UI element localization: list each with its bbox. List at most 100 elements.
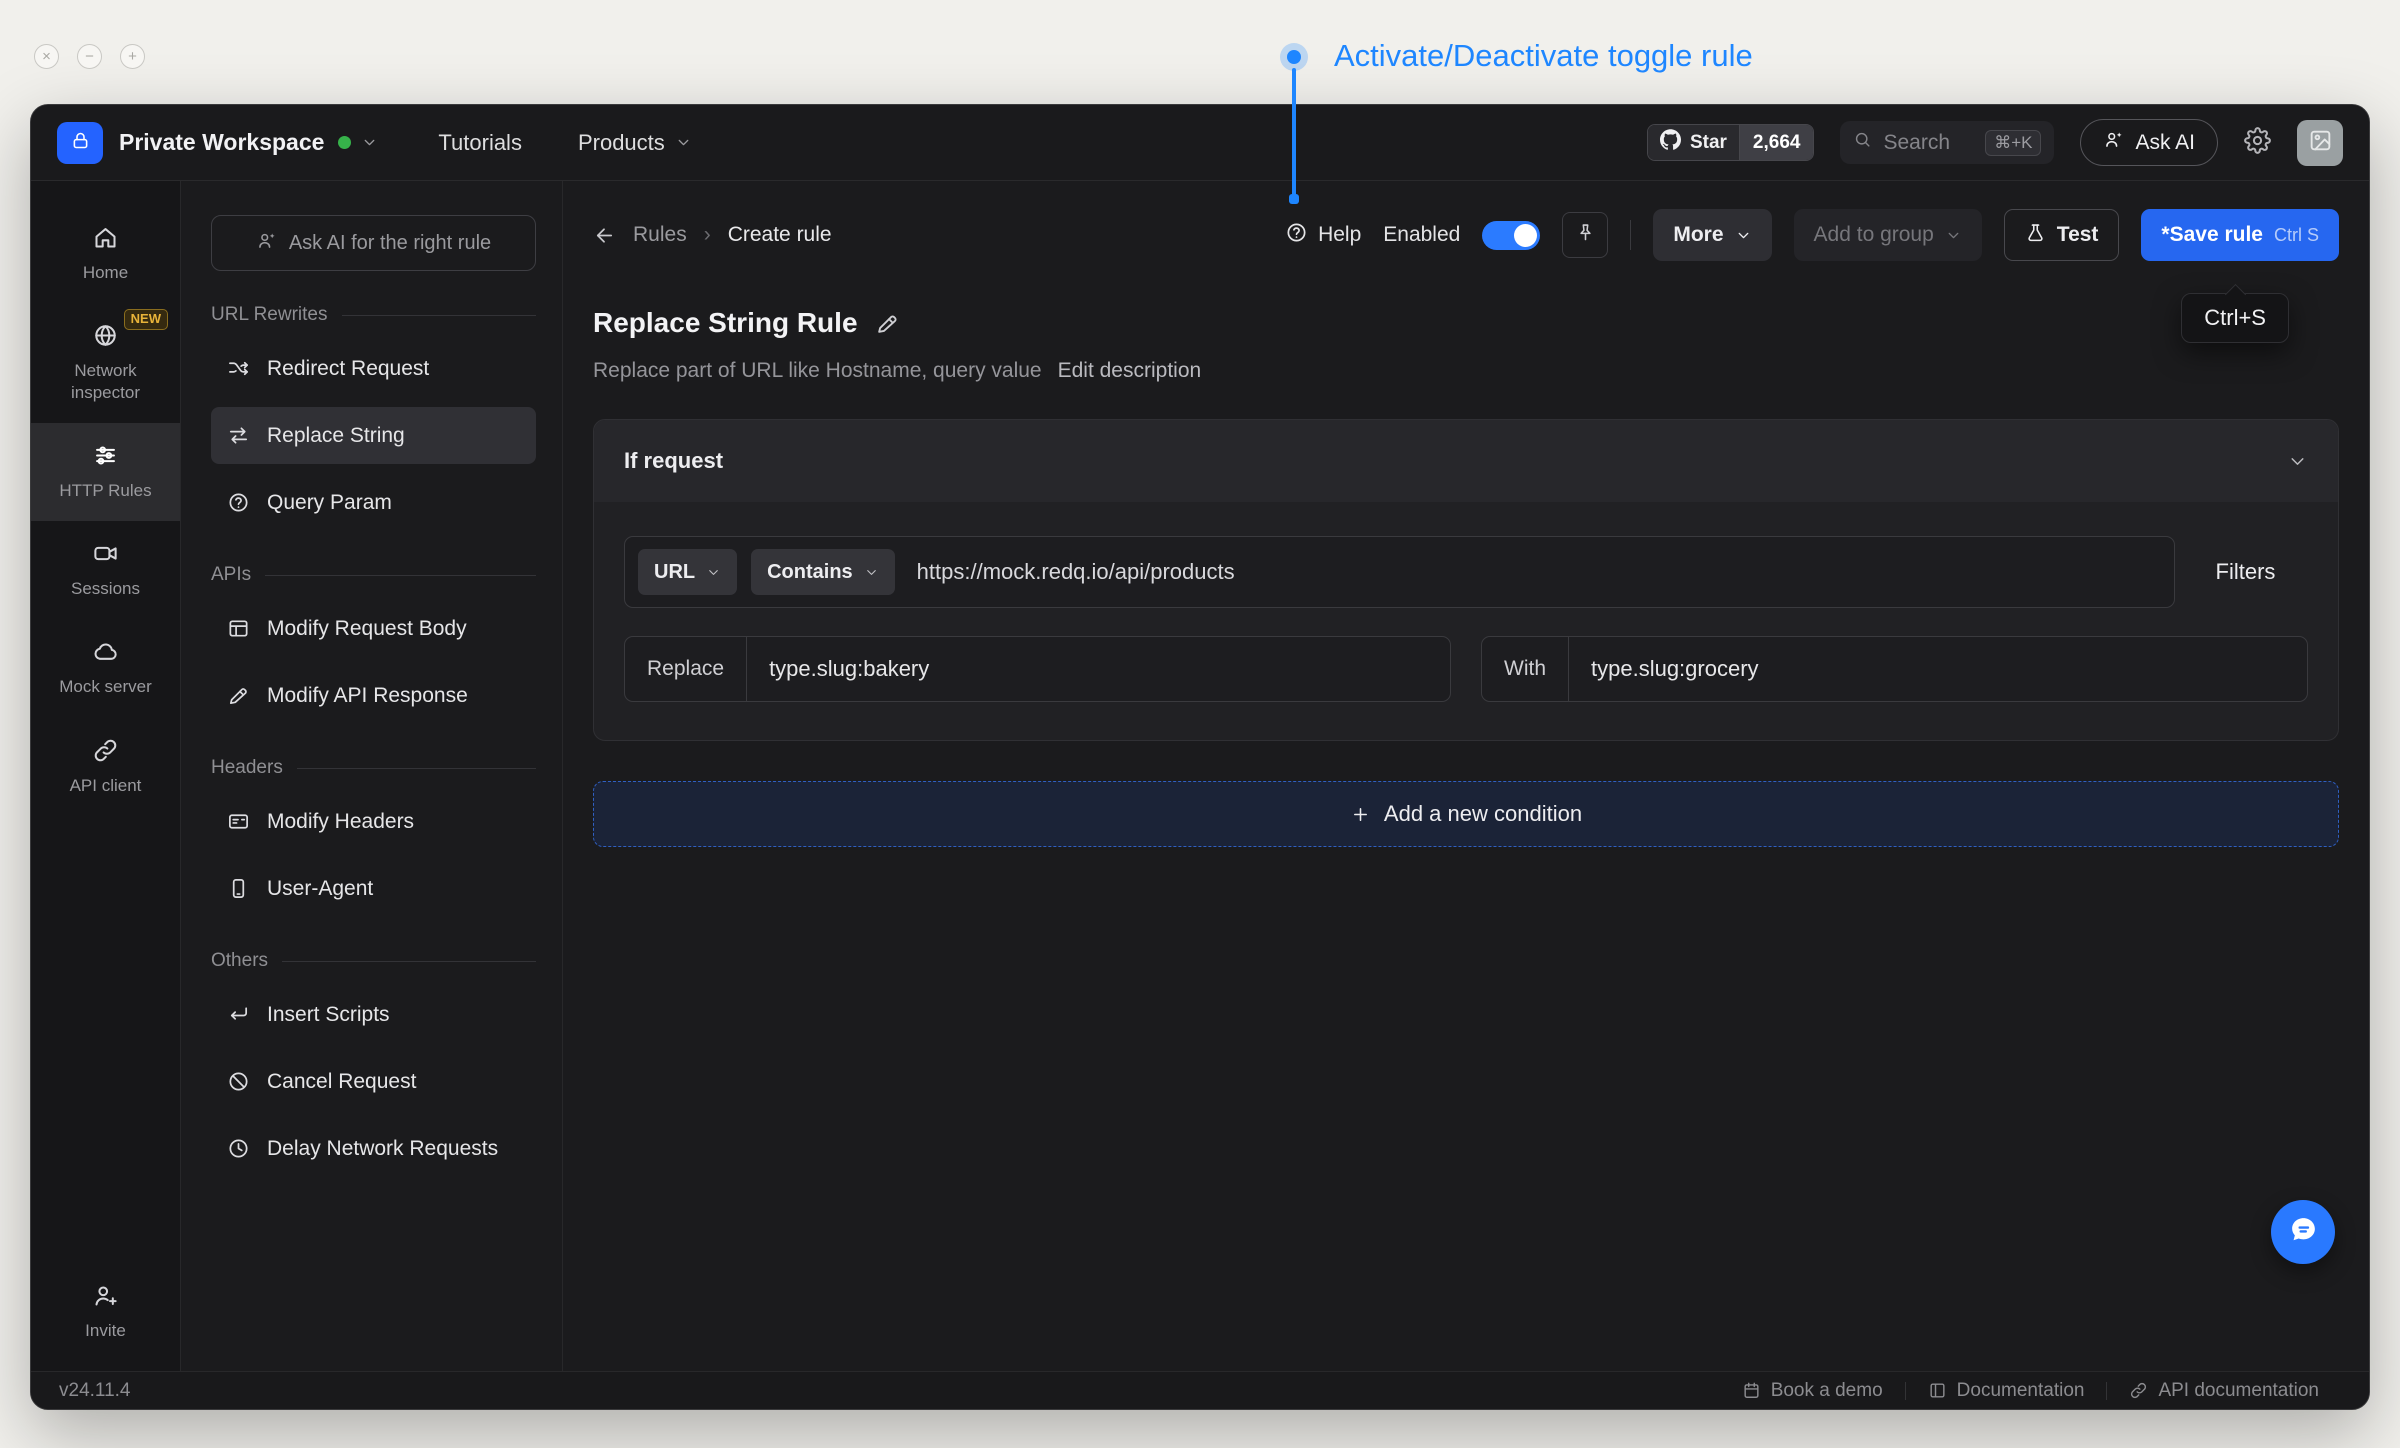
help-icon [1285, 221, 1308, 250]
save-shortcut-tooltip: Ctrl+S [2181, 293, 2289, 343]
condition-card: If request URL [593, 419, 2339, 741]
app-window: Private Workspace Tutorials Products [30, 104, 2370, 1410]
lock-icon [70, 130, 91, 156]
sidebar-item-mock-server[interactable]: Mock server [31, 619, 180, 717]
section-others: Others [211, 950, 536, 972]
search-shortcut-kbd: ⌘+K [1985, 130, 2041, 156]
return-arrow-icon [227, 1003, 250, 1026]
chevron-down-icon[interactable] [2287, 451, 2308, 472]
status-bar: v24.11.4 Book a demo Documentation [31, 1371, 2369, 1409]
annotation-pointer-tip [1289, 194, 1299, 204]
source-url-input[interactable]: https://mock.redq.io/api/products [917, 559, 1235, 585]
section-apis: APIs [211, 564, 536, 586]
chevron-down-icon[interactable] [361, 134, 378, 151]
rule-type-delay-network-requests[interactable]: Delay Network Requests [211, 1120, 536, 1177]
chevron-down-icon [1735, 227, 1752, 244]
cloud-icon [92, 638, 119, 665]
more-button[interactable]: More [1653, 209, 1771, 261]
search-input[interactable]: Search ⌘+K [1840, 121, 2054, 164]
ask-ai-rule-button[interactable]: Ask AI for the right rule [211, 215, 536, 271]
replace-field-group: Replace type.slug:bakery [624, 636, 1451, 702]
rule-type-modify-headers[interactable]: Modify Headers [211, 793, 536, 850]
chevron-down-icon [706, 565, 721, 580]
app-version: v24.11.4 [59, 1380, 130, 1402]
book-a-demo-link[interactable]: Book a demo [1720, 1380, 1905, 1402]
pin-rule-button[interactable] [1562, 212, 1608, 258]
breadcrumb-current: Create rule [728, 223, 832, 247]
new-badge: NEW [124, 309, 168, 330]
sidebar-item-api-client[interactable]: API client [31, 718, 180, 816]
rule-type-insert-scripts[interactable]: Insert Scripts [211, 986, 536, 1043]
toggle-knob [1514, 224, 1537, 247]
documentation-link[interactable]: Documentation [1906, 1380, 2107, 1402]
workspace-online-dot [338, 136, 351, 149]
swap-arrows-icon [227, 424, 250, 447]
toolbar-divider [1630, 220, 1631, 250]
operator-dropdown[interactable]: Contains [751, 549, 895, 595]
rule-type-modify-api-response[interactable]: Modify API Response [211, 667, 536, 724]
question-circle-icon [227, 491, 250, 514]
window-controls: × − + [34, 44, 145, 69]
add-condition-button[interactable]: Add a new condition [593, 781, 2339, 847]
ask-ai-button[interactable]: Ask AI [2080, 119, 2218, 166]
sidebar-item-home[interactable]: Home [31, 205, 180, 303]
sidebar-item-sessions[interactable]: Sessions [31, 521, 180, 619]
breadcrumb: Rules › Create rule [593, 223, 832, 247]
settings-button[interactable] [2244, 127, 2271, 159]
rule-type-modify-request-body[interactable]: Modify Request Body [211, 600, 536, 657]
enabled-label: Enabled [1383, 223, 1460, 247]
close-window-button[interactable]: × [34, 44, 59, 69]
help-button[interactable]: Help [1285, 221, 1361, 250]
save-shortcut-hint: Ctrl S [2274, 225, 2319, 246]
with-input[interactable]: type.slug:grocery [1569, 656, 1781, 682]
main-content: Rules › Create rule Help Enabled [563, 181, 2369, 1371]
rule-type-user-agent[interactable]: User-Agent [211, 860, 536, 917]
avatar[interactable] [2297, 120, 2343, 166]
breadcrumb-separator: › [704, 223, 711, 247]
nav-products[interactable]: Products [578, 130, 692, 156]
test-rule-button[interactable]: Test [2004, 209, 2120, 261]
minimize-window-button[interactable]: − [77, 44, 102, 69]
pencil-icon [227, 684, 250, 707]
workspace-lock-button[interactable] [57, 122, 103, 164]
link-icon [2129, 1381, 2148, 1400]
replace-input[interactable]: type.slug:bakery [747, 656, 951, 682]
workspace-name[interactable]: Private Workspace [119, 129, 324, 156]
sliders-icon [92, 442, 119, 469]
replace-label: Replace [625, 637, 747, 701]
sidebar-item-network-inspector[interactable]: NEW Network inspector [31, 303, 180, 423]
breadcrumb-rules[interactable]: Rules [633, 223, 687, 247]
edit-title-icon[interactable] [875, 311, 900, 336]
chevron-down-icon [864, 565, 879, 580]
card-icon [227, 810, 250, 833]
chat-bubble-icon [2288, 1214, 2319, 1250]
annotation-label: Activate/Deactivate toggle rule [1334, 38, 1753, 74]
api-documentation-link[interactable]: API documentation [2107, 1380, 2341, 1402]
back-arrow-icon[interactable] [593, 224, 616, 247]
condition-card-header[interactable]: If request [594, 420, 2338, 502]
chevron-down-icon [1945, 227, 1962, 244]
source-key-dropdown[interactable]: URL [638, 549, 737, 595]
rule-type-query-param[interactable]: Query Param [211, 474, 536, 531]
chat-support-button[interactable] [2271, 1200, 2335, 1264]
sidebar-item-http-rules[interactable]: HTTP Rules [31, 423, 180, 521]
github-star-badge[interactable]: Star 2,664 [1647, 124, 1815, 161]
with-label: With [1482, 637, 1569, 701]
rule-type-replace-string[interactable]: Replace String [211, 407, 536, 464]
section-url-rewrites: URL Rewrites [211, 304, 536, 326]
section-headers: Headers [211, 757, 536, 779]
zoom-window-button[interactable]: + [120, 44, 145, 69]
save-rule-button[interactable]: *Save rule Ctrl S [2141, 209, 2339, 261]
sidebar-item-invite[interactable]: Invite [31, 1263, 180, 1361]
edit-description-link[interactable]: Edit description [1058, 359, 1202, 383]
rule-type-cancel-request[interactable]: Cancel Request [211, 1053, 536, 1110]
add-to-group-button[interactable]: Add to group [1794, 209, 1982, 261]
rule-enabled-toggle[interactable] [1482, 221, 1540, 250]
phone-icon [227, 877, 250, 900]
rule-type-redirect-request[interactable]: Redirect Request [211, 340, 536, 397]
filters-button[interactable]: Filters [2183, 559, 2308, 585]
nav-tutorials[interactable]: Tutorials [438, 130, 522, 156]
chevron-down-icon [675, 134, 692, 151]
link-icon [92, 737, 119, 764]
annotation-dot [1287, 50, 1301, 64]
